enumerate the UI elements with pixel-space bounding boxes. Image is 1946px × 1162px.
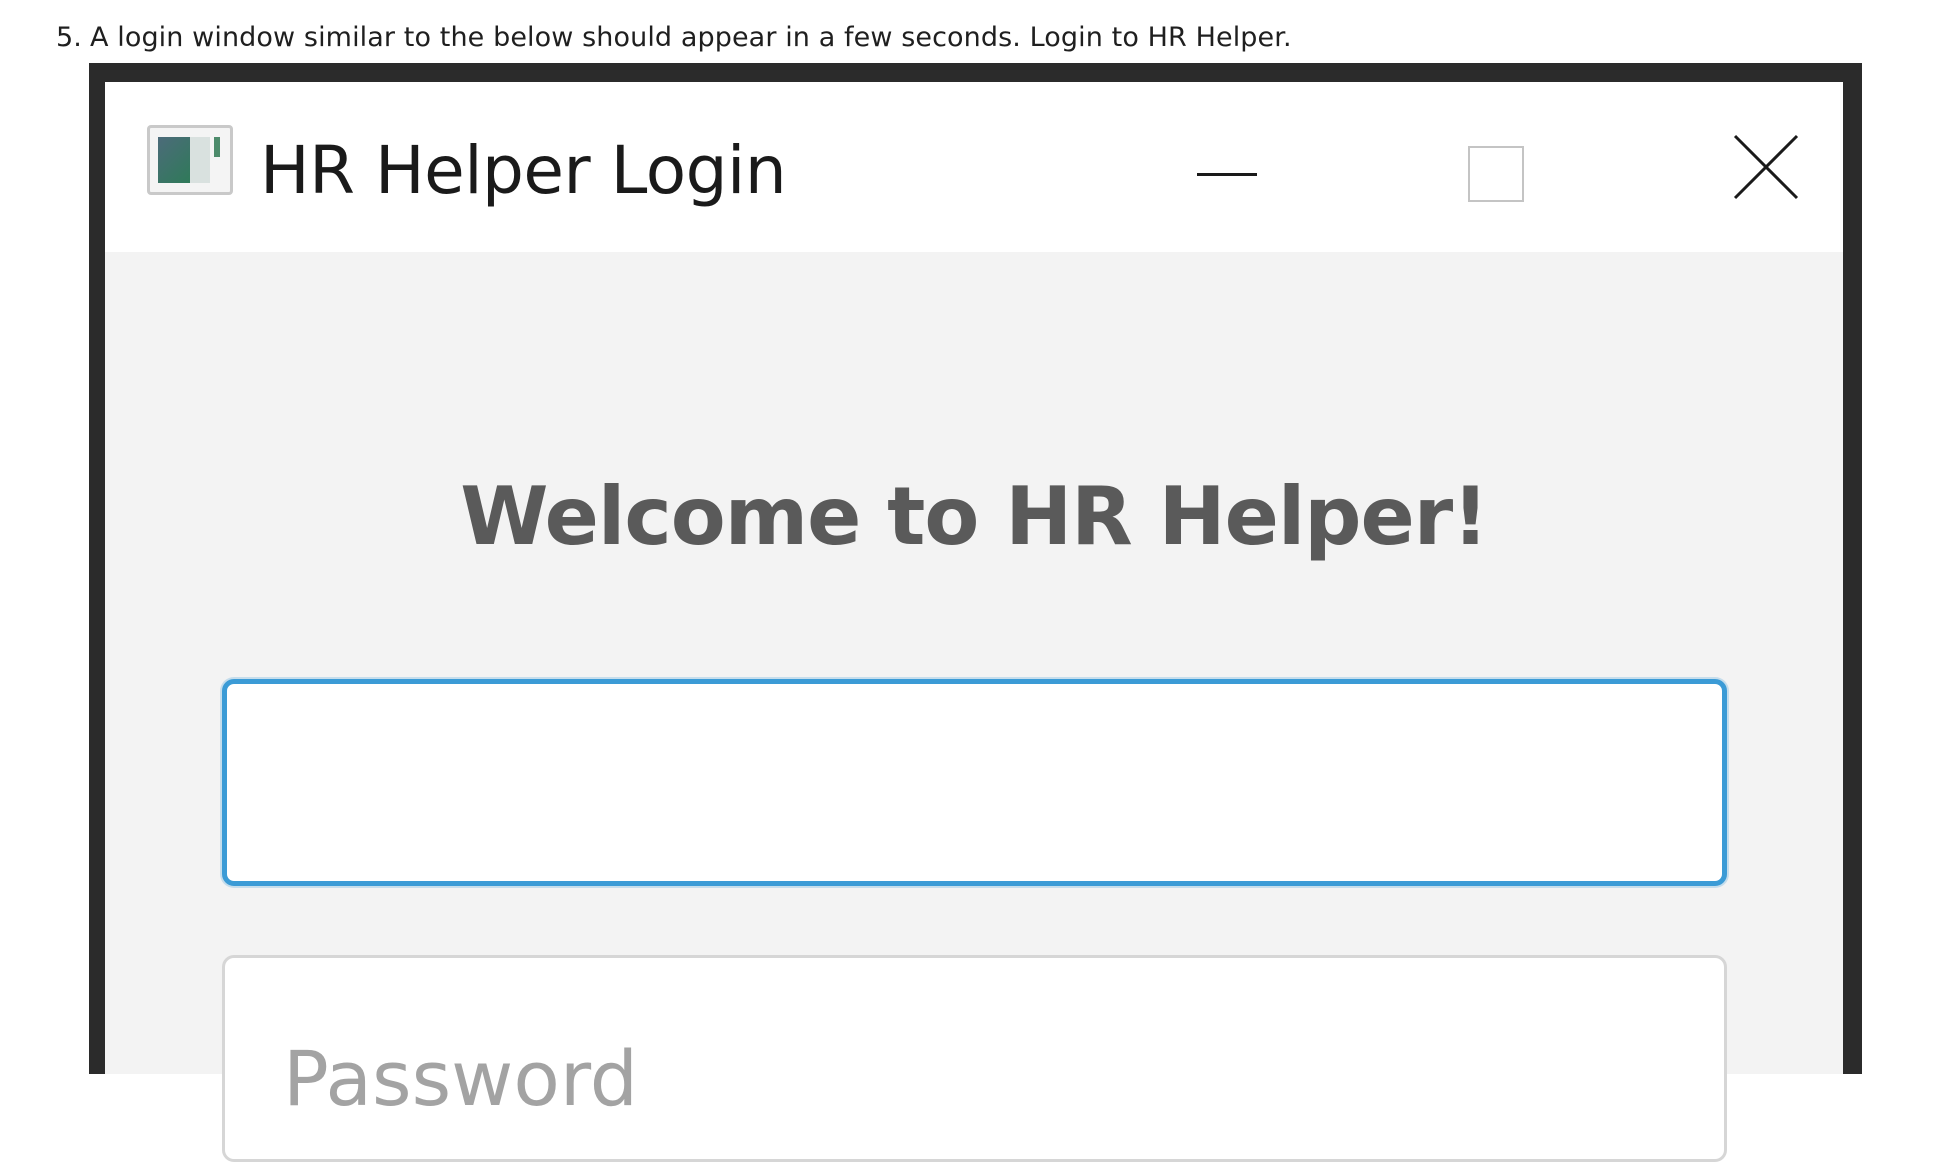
- close-icon: [1733, 134, 1799, 200]
- maximize-button[interactable]: [1433, 126, 1553, 226]
- password-input[interactable]: [222, 955, 1727, 1162]
- minimize-icon: [1197, 173, 1257, 176]
- screenshot-frame: HR Helper Login Welcome to HR Helper!: [89, 63, 1862, 1162]
- close-button[interactable]: [1705, 126, 1825, 226]
- step-number: 5.: [56, 22, 82, 53]
- title-bar[interactable]: HR Helper Login: [105, 82, 1843, 252]
- minimize-button[interactable]: [1167, 126, 1287, 226]
- window-title: HR Helper Login: [260, 132, 787, 209]
- instruction-step: 5. A login window similar to the below sh…: [56, 22, 1292, 53]
- step-text: A login window similar to the below shou…: [89, 22, 1292, 53]
- welcome-heading: Welcome to HR Helper!: [460, 470, 1488, 563]
- app-window-icon: [147, 125, 233, 195]
- username-input[interactable]: [222, 679, 1727, 886]
- maximize-icon: [1468, 146, 1524, 202]
- login-window: HR Helper Login Welcome to HR Helper!: [105, 82, 1843, 1162]
